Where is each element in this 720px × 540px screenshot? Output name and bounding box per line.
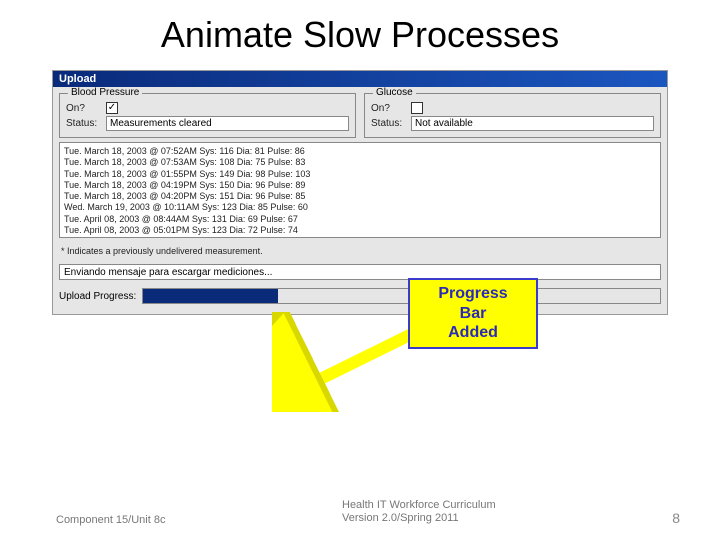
window-titlebar: Upload <box>53 71 667 87</box>
reading-row: Tue. March 18, 2003 @ 07:52AM Sys: 116 D… <box>64 146 656 157</box>
reading-row: Wed. March 19, 2003 @ 10:11AM Sys: 123 D… <box>64 202 656 213</box>
upload-progress-fill <box>143 289 277 303</box>
progress-bar-callout: Progress Bar Added <box>408 278 538 349</box>
upload-progress-bar <box>142 288 661 304</box>
footer-left: Component 15/Unit 8c <box>56 514 165 526</box>
footer-page-number: 8 <box>672 510 680 526</box>
slide-footer: Component 15/Unit 8c Health IT Workforce… <box>0 499 720 527</box>
bp-status-label: Status: <box>66 118 100 129</box>
readings-list: Tue. March 18, 2003 @ 07:52AM Sys: 116 D… <box>59 142 661 238</box>
upload-message-field: Enviando mensaje para escargar medicione… <box>59 264 661 280</box>
glucose-on-checkbox[interactable] <box>411 102 423 114</box>
bp-legend: Blood Pressure <box>68 87 142 98</box>
slide-title: Animate Slow Processes <box>0 0 720 64</box>
blood-pressure-panel: Blood Pressure On? ✓ Status: Measurement… <box>59 93 356 138</box>
panels-row: Blood Pressure On? ✓ Status: Measurement… <box>53 87 667 138</box>
reading-row: Tue. March 18, 2003 @ 04:20PM Sys: 151 D… <box>64 191 656 202</box>
footer-center-line: Health IT Workforce Curriculum <box>342 499 496 513</box>
glucose-legend: Glucose <box>373 87 416 98</box>
footer-center-line: Version 2.0/Spring 2011 <box>342 512 496 526</box>
reading-row: Tue. March 18, 2003 @ 07:53AM Sys: 108 D… <box>64 157 656 168</box>
bottom-area: Enviando mensaje para escargar medicione… <box>53 258 667 314</box>
glucose-status-label: Status: <box>371 118 405 129</box>
footer-center: Health IT Workforce Curriculum Version 2… <box>342 499 496 527</box>
bp-on-checkbox[interactable]: ✓ <box>106 102 118 114</box>
reading-row: Tue. March 18, 2003 @ 04:19PM Sys: 150 D… <box>64 180 656 191</box>
glucose-panel: Glucose On? Status: Not available <box>364 93 661 138</box>
bp-status-field: Measurements cleared <box>106 116 349 131</box>
reading-row: Tue. April 08, 2003 @ 05:01PM Sys: 123 D… <box>64 225 656 236</box>
callout-line: Progress <box>412 284 534 304</box>
bp-on-label: On? <box>66 103 100 114</box>
upload-progress-label: Upload Progress: <box>59 291 136 302</box>
reading-row: Tue. April 08, 2003 @ 08:44AM Sys: 131 D… <box>64 214 656 225</box>
upload-window: Upload Blood Pressure On? ✓ Status: Meas… <box>52 70 668 315</box>
callout-line: Added <box>412 323 534 343</box>
undelivered-note: * Indicates a previously undelivered mea… <box>53 240 667 258</box>
glucose-status-field: Not available <box>411 116 654 131</box>
callout-line: Bar <box>412 304 534 324</box>
glucose-on-label: On? <box>371 103 405 114</box>
reading-row: Tue. March 18, 2003 @ 01:55PM Sys: 149 D… <box>64 169 656 180</box>
